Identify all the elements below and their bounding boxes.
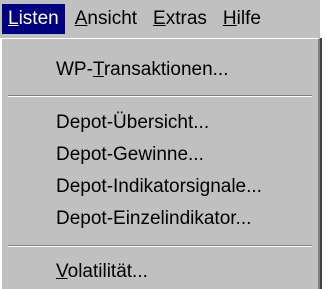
item-prefix: WP- xyxy=(56,59,93,80)
menu-extras[interactable]: Extras xyxy=(147,4,213,34)
menu-item-depot-gewinne[interactable]: Depot-Gewinne... xyxy=(2,139,318,171)
menu-hilfe-rest: ilfe xyxy=(236,8,261,29)
menu-item-depot-indikatorsignale[interactable]: Depot-Indikatorsignale... xyxy=(2,171,318,203)
menu-item-depot-uebersicht[interactable]: Depot-Übersicht... xyxy=(2,107,318,139)
menu-extras-mnemonic: E xyxy=(153,8,166,29)
menu-hilfe[interactable]: Hilfe xyxy=(217,4,267,34)
item-mnemonic: V xyxy=(56,261,68,282)
menu-extras-rest: xtras xyxy=(165,8,207,29)
menu-item-wp-transaktionen[interactable]: WP-Transaktionen... xyxy=(2,54,318,86)
menu-separator xyxy=(8,245,312,247)
menu-item-depot-einzelindikator[interactable]: Depot-Einzelindikator... xyxy=(2,203,318,235)
menu-separator xyxy=(8,95,312,97)
menu-ansicht-mnemonic: A xyxy=(74,8,88,29)
listen-dropdown-menu: WP-Transaktionen... Depot-Übersicht... D… xyxy=(0,38,320,289)
menu-bar: Listen Ansicht Extras Hilfe xyxy=(0,0,320,38)
menu-item-volatilitaet[interactable]: Volatilität... xyxy=(2,256,318,288)
menu-listen-rest: isten xyxy=(18,8,59,29)
menu-hilfe-mnemonic: H xyxy=(222,8,237,29)
item-rest: ransaktionen... xyxy=(103,59,229,80)
menu-ansicht[interactable]: Ansicht xyxy=(69,4,143,34)
menu-listen[interactable]: Listen xyxy=(2,4,65,34)
menu-listen-mnemonic: L xyxy=(8,8,19,29)
item-rest: olatilität... xyxy=(67,261,148,282)
item-mnemonic: T xyxy=(92,59,104,80)
menu-ansicht-rest: nsicht xyxy=(87,8,138,29)
